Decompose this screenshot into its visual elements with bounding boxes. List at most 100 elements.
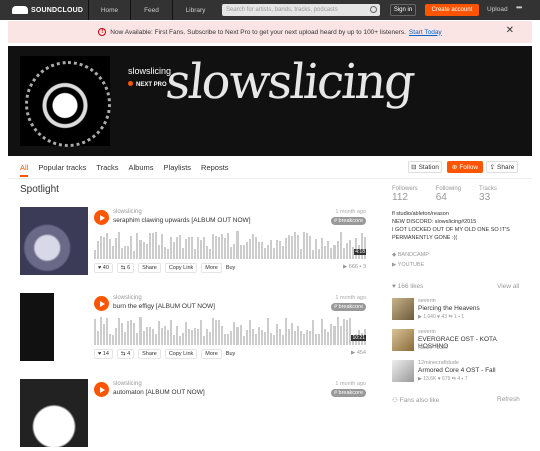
waveform-bar [209,249,212,259]
buy-link[interactable]: Buy [226,351,235,357]
waveform-bar [130,319,133,345]
waveform-bar [321,238,324,259]
soundcloud-logo[interactable]: SOUNDCLOUD [0,0,88,20]
search-input[interactable]: Search for artists, bands, tracks, podca… [222,4,380,16]
repost-button[interactable]: ⇆ 4 [116,349,135,359]
tracks-stat[interactable]: Tracks 33 [479,186,497,203]
search-icon[interactable] [370,6,377,13]
waveform-bar [257,242,260,259]
liked-artwork[interactable] [392,298,414,320]
waveform-bar [97,330,100,345]
tab-playlists[interactable]: Playlists [164,163,192,177]
waveform-bar [94,319,97,345]
like-button[interactable]: ♥ 14 [94,349,113,359]
following-stat[interactable]: Following 64 [436,186,461,203]
waveform-bar [272,247,275,259]
track-title[interactable]: burn the effigy [ALBUM OUT NOW] [113,303,215,310]
nav-home[interactable]: Home [88,0,130,20]
repost-button[interactable]: ⇆ 6 [116,263,135,273]
waveform-bar [248,320,251,345]
play-button[interactable] [94,382,109,397]
play-button[interactable] [94,296,109,311]
track-artist[interactable]: slowslicing [113,209,142,215]
waveform-bar [106,233,109,259]
waveform-bar [318,249,321,259]
waveform-bar [233,322,236,345]
waveform-bar [175,236,178,259]
waveform-bar [109,239,112,259]
waveform-bar [236,231,239,259]
track-title[interactable]: seraphim clawing upwards [ALBUM OUT NOW] [113,217,251,224]
close-icon[interactable]: ✕ [506,25,514,36]
genre-tag[interactable]: # breakcore [330,389,366,397]
genre-tag[interactable]: # breakcore [330,217,366,225]
tab-albums[interactable]: Albums [129,163,154,177]
waveform-bar [330,324,333,345]
tab-tracks[interactable]: Tracks [96,163,118,177]
more-button[interactable]: More [201,263,222,273]
track-artwork[interactable] [20,379,88,447]
create-account-button[interactable]: Create account [425,4,479,16]
tab-popular-tracks[interactable]: Popular tracks [38,163,86,177]
waveform-bar [227,334,230,345]
youtube-link[interactable]: ▶ YOUTUBE [392,260,429,270]
waveform-bar [324,245,327,259]
tab-all[interactable]: All [20,163,29,177]
waveform-bar [151,328,154,345]
liked-track[interactable]: severin EVERGRACE OST - KOTA HOSHINO Alb… [392,329,522,357]
waveform-bar [187,237,190,259]
waveform-bar [103,237,106,259]
waveform[interactable] [94,231,366,259]
liked-track[interactable]: severin Piercing the Heavens ▶ 1,640 ♥ 4… [392,298,522,326]
track-artist[interactable]: slowslicing [113,295,142,301]
waveform-bar [288,235,291,259]
waveform-bar [145,244,148,259]
waveform-bar [139,317,142,345]
waveform-bar [242,245,245,259]
nav-library[interactable]: Library [172,0,218,20]
waveform-bar [269,240,272,259]
refresh-link[interactable]: Refresh [497,396,520,403]
liked-track[interactable]: 12minecraftdude Armored Core 4 OST - Fal… [392,360,522,388]
tab-reposts[interactable]: Reposts [201,163,229,177]
nav-feed[interactable]: Feed [130,0,172,20]
waveform-bar [178,336,181,345]
share-track-button[interactable]: Share [138,349,161,359]
waveform-bar [172,335,175,345]
bandcamp-link[interactable]: ◆ BANDCAMP [392,250,429,260]
copy-link-button[interactable]: Copy Link [164,263,198,273]
buy-link[interactable]: Buy [226,265,235,271]
share-button[interactable]: ⇪ Share [486,161,518,173]
waveform-bar [312,249,315,259]
copy-link-button[interactable]: Copy Link [164,349,198,359]
play-button[interactable] [94,210,109,225]
track-artwork[interactable] [20,293,88,361]
waveform-bar [124,332,127,345]
waveform-bar [215,320,218,345]
track-title[interactable]: automaton [ALBUM OUT NOW] [113,389,205,396]
waveform-bar [306,232,309,259]
station-button[interactable]: ⊟ Station [408,161,442,173]
upload-link[interactable]: Upload [487,6,508,13]
likes-header[interactable]: ♥ 166 likes [392,283,423,290]
liked-artwork[interactable] [392,360,414,382]
like-button[interactable]: ♥ 40 [94,263,113,273]
sign-in-button[interactable]: Sign in [390,4,416,16]
profile-stats: Followers 112 Following 64 Tracks 33 [392,186,522,203]
track-artist[interactable]: slowslicing [113,381,142,387]
followers-stat[interactable]: Followers 112 [392,186,418,203]
view-all-link[interactable]: View all [497,283,519,290]
start-today-link[interactable]: Start Today [409,29,442,36]
waveform-bar [324,328,327,345]
more-menu-icon[interactable]: ••• [516,3,522,12]
genre-tag[interactable]: # breakcore [330,303,366,311]
track-artwork[interactable] [20,207,88,275]
waveform-bar [300,330,303,345]
waveform-bar [160,328,163,345]
waveform[interactable] [94,317,366,345]
liked-artwork[interactable] [392,329,414,351]
more-button[interactable]: More [201,349,222,359]
follow-button[interactable]: ⊕ Follow [447,161,483,173]
track-actions: ♥ 14 ⇆ 4 Share Copy Link More Buy [94,348,370,360]
share-track-button[interactable]: Share [138,263,161,273]
